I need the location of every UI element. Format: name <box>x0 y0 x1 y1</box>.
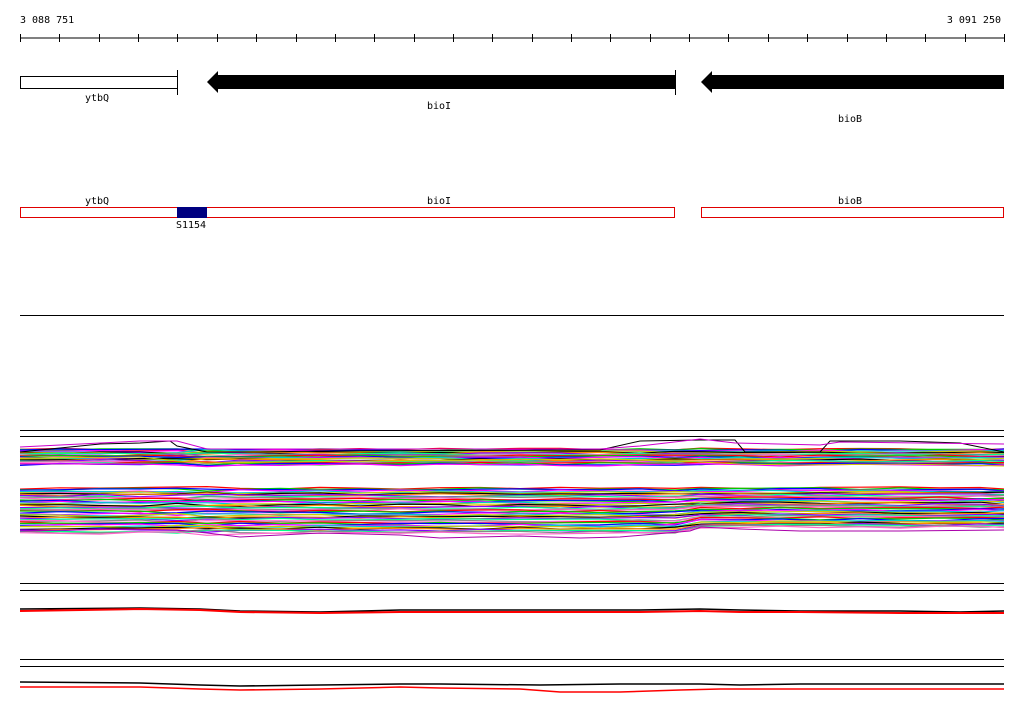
segment-box-right[interactable] <box>701 207 1004 218</box>
coord-start-label: 3 088 751 <box>20 15 74 26</box>
gene-label-bioB: bioB <box>838 114 862 125</box>
segment-track: ytbQ bioI bioB S1154 <box>20 196 1004 231</box>
gene-bioB-arrow[interactable] <box>701 71 1004 93</box>
segment-label-bioB: bioB <box>838 196 862 207</box>
segment-label-ytbQ: ytbQ <box>85 196 109 207</box>
gene-label-bioI: bioI <box>427 101 451 112</box>
summary-profile-line <box>20 686 1004 693</box>
feature-label-S1154: S1154 <box>176 220 206 231</box>
feature-S1154-block[interactable] <box>177 207 207 218</box>
expression-profiles-panel <box>19 438 1005 539</box>
gene-track: ytbQ bioI bioB <box>20 70 1004 125</box>
gene-bioI-arrow[interactable] <box>207 71 675 93</box>
segment-label-bioI: bioI <box>427 196 451 207</box>
gene-ytbQ-box[interactable] <box>20 76 178 89</box>
summary-profile-panel-2 <box>19 681 1004 693</box>
gene-label-ytbQ: ytbQ <box>85 93 109 104</box>
summary-profile-line <box>19 681 1004 687</box>
segment-box-left[interactable] <box>20 207 675 218</box>
ruler <box>20 34 1005 42</box>
summary-profile-panel-1 <box>19 607 1005 615</box>
coord-end-label: 3 091 250 <box>947 15 1001 26</box>
